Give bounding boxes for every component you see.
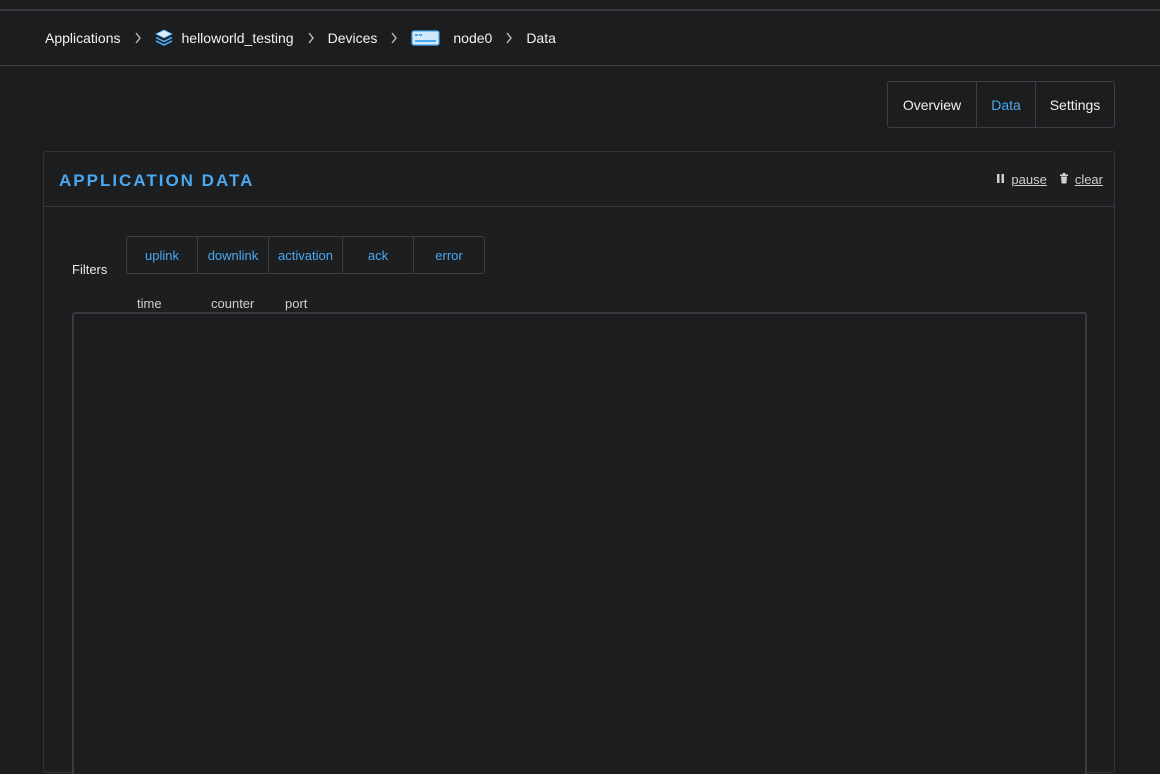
application-data-panel: APPLICATION DATA pause clear Filters upl… [43,151,1115,774]
data-list[interactable] [72,312,1087,774]
chevron-right-icon [505,32,513,44]
filters-label: Filters [72,262,108,277]
breadcrumb-devices[interactable]: Devices [328,30,378,46]
trash-icon [1059,172,1075,187]
column-counter[interactable]: counter [211,296,254,311]
filter-downlink[interactable]: downlink [198,237,269,273]
pause-button[interactable]: pause [996,172,1047,187]
breadcrumb-device[interactable]: node0 [411,29,492,47]
tab-settings[interactable]: Settings [1036,82,1114,127]
chevron-right-icon [390,32,398,44]
chevron-right-icon [134,32,142,44]
pause-icon [996,172,1011,187]
filter-group: uplink downlink activation ack error [126,236,485,274]
breadcrumb-label: Devices [327,30,378,46]
breadcrumb-label: Data [526,30,556,46]
breadcrumb-label: helloworld_testing [181,30,294,46]
breadcrumb-bar: Applications helloworld_testing Devices [0,11,1160,66]
breadcrumb-applications[interactable]: Applications [45,30,121,46]
device-tabs: Overview Data Settings [887,81,1115,128]
filter-ack[interactable]: ack [343,237,414,273]
filter-uplink[interactable]: uplink [127,237,198,273]
tab-data[interactable]: Data [977,82,1036,127]
clear-button[interactable]: clear [1059,172,1103,187]
tab-overview[interactable]: Overview [888,82,977,127]
panel-actions: pause clear [984,172,1103,187]
pause-label: pause [1011,172,1047,187]
breadcrumb-label: node0 [453,30,493,46]
clear-label: clear [1074,172,1103,187]
layers-icon [154,29,173,47]
filter-error[interactable]: error [414,237,484,273]
chevron-right-icon [307,32,315,44]
breadcrumb-label: Applications [45,30,121,46]
column-port[interactable]: port [285,296,307,311]
breadcrumb-current: Data [526,30,556,46]
breadcrumb-application[interactable]: helloworld_testing [154,29,294,47]
filter-activation[interactable]: activation [269,237,343,273]
column-time[interactable]: time [137,296,162,311]
breadcrumb: Applications helloworld_testing Devices [45,27,556,49]
panel-title: APPLICATION DATA [59,171,255,190]
panel-header: APPLICATION DATA pause clear [44,152,1114,207]
device-icon [411,29,440,47]
